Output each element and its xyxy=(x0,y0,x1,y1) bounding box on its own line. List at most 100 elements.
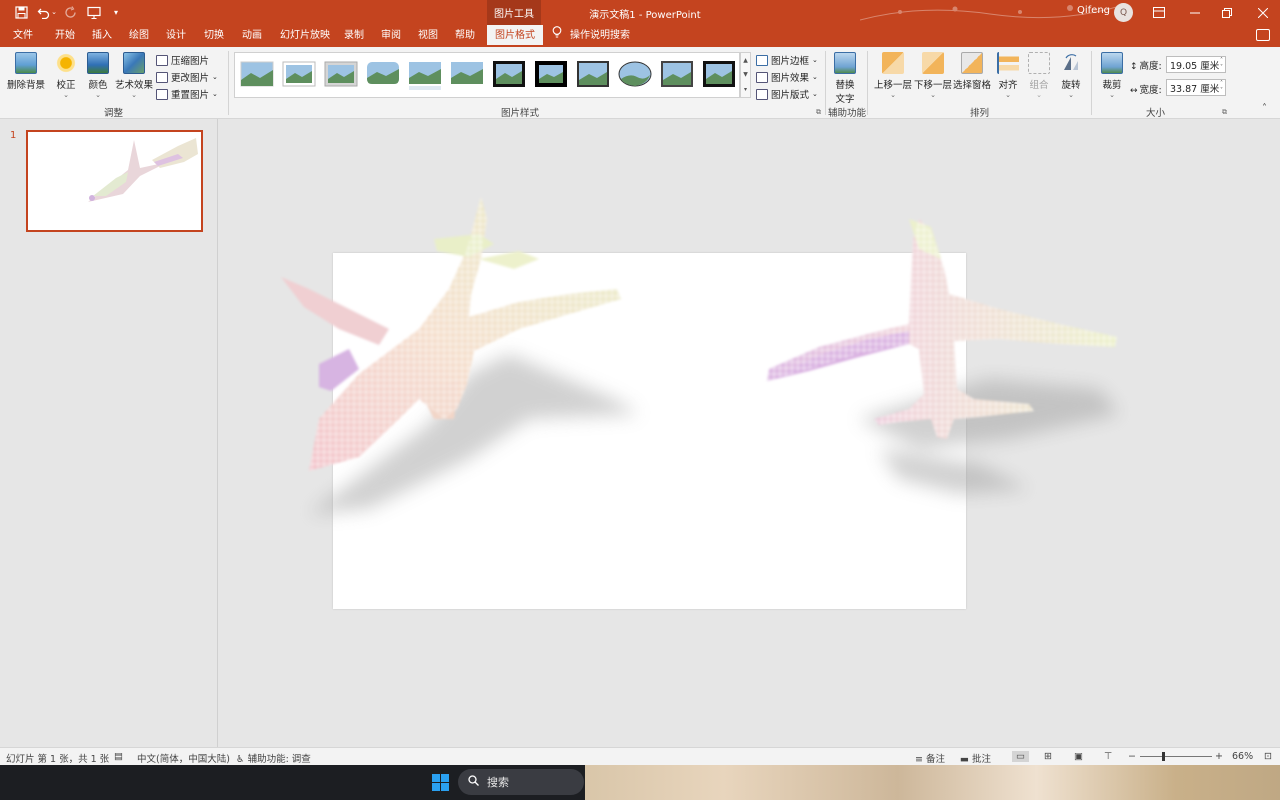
corrections-button[interactable]: 校正 ⌄ xyxy=(55,52,77,99)
ribbon-display-options-icon[interactable] xyxy=(1142,0,1176,25)
size-launcher-icon[interactable]: ⧉ xyxy=(1222,108,1227,117)
slide-thumbnail[interactable] xyxy=(26,130,203,232)
change-picture-button[interactable]: 更改图片 ⌄ xyxy=(156,70,218,84)
compress-pictures-button[interactable]: 压缩图片 xyxy=(156,53,209,67)
tab-review[interactable]: 审阅 xyxy=(381,25,401,47)
customize-toolbar-icon[interactable]: ▾ xyxy=(108,4,124,20)
rotate-button[interactable]: 旋转 ⌄ xyxy=(1060,52,1082,99)
tab-record[interactable]: 录制 xyxy=(344,25,364,47)
comments-label: 批注 xyxy=(972,754,992,765)
align-button[interactable]: 对齐 ⌄ xyxy=(997,52,1019,99)
undo-dropdown-icon[interactable]: ⌄ xyxy=(50,4,58,20)
slideshow-view-icon[interactable]: ⊤ xyxy=(1104,751,1112,762)
gallery-down-icon[interactable]: ▼ xyxy=(743,71,748,78)
spell-check-icon[interactable]: ▤ xyxy=(114,751,123,762)
group-objects-button[interactable]: 组合 ⌄ xyxy=(1028,52,1050,99)
height-spinner-icon[interactable]: ˄ ˅ xyxy=(1220,57,1223,71)
remove-background-icon xyxy=(15,52,37,74)
collapse-ribbon-icon[interactable]: ˄ xyxy=(1262,103,1267,114)
picture-style-1[interactable] xyxy=(240,61,274,87)
reset-picture-button[interactable]: 重置图片 ⌄ xyxy=(156,87,218,101)
undo-icon[interactable] xyxy=(35,4,51,20)
width-spinner-icon[interactable]: ˄ ˅ xyxy=(1220,80,1223,94)
tab-view[interactable]: 视图 xyxy=(418,25,438,47)
avatar[interactable]: Q xyxy=(1114,3,1133,22)
crop-icon xyxy=(1101,52,1123,74)
tab-home[interactable]: 开始 xyxy=(55,25,75,47)
tell-me-search[interactable]: 操作说明搜索 xyxy=(552,25,630,47)
notes-button[interactable]: ≡ 备注 xyxy=(915,751,945,765)
user-name[interactable]: Qifeng xyxy=(1077,5,1110,16)
search-icon xyxy=(468,775,479,789)
width-input[interactable]: 33.87 厘米 ˄ ˅ xyxy=(1166,79,1226,96)
picture-effects-button[interactable]: 图片效果 ⌄ xyxy=(756,70,818,84)
picture-layout-icon xyxy=(756,88,768,100)
picture-style-10[interactable] xyxy=(618,61,652,87)
taskbar-search[interactable]: 搜索 xyxy=(458,769,584,795)
send-backward-button[interactable]: 下移一层 ⌄ xyxy=(914,52,952,99)
notes-label: 备注 xyxy=(926,754,946,765)
tab-slideshow[interactable]: 幻灯片放映 xyxy=(280,25,330,47)
zoom-slider[interactable] xyxy=(1140,756,1212,757)
slide-sorter-icon[interactable]: ⊞ xyxy=(1044,751,1052,762)
windows-start-icon[interactable] xyxy=(432,774,449,791)
alt-text-button[interactable]: 替换 文字 xyxy=(834,52,856,105)
picture-style-12[interactable] xyxy=(703,61,735,87)
picture-style-11[interactable] xyxy=(661,61,693,87)
picture-style-2[interactable] xyxy=(282,61,316,87)
reading-view-icon[interactable]: ▣ xyxy=(1074,751,1083,762)
picture-style-8[interactable] xyxy=(535,61,567,87)
height-input[interactable]: 19.05 厘米 ˄ ˅ xyxy=(1166,56,1226,73)
tab-help[interactable]: 帮助 xyxy=(455,25,475,47)
comments-icon[interactable] xyxy=(1256,29,1270,41)
gallery-more-icon[interactable]: ▾ xyxy=(744,86,747,93)
picture-style-9[interactable] xyxy=(577,61,609,87)
align-icon xyxy=(997,52,1019,74)
gallery-scroll[interactable]: ▲ ▼ ▾ xyxy=(740,52,751,98)
tab-file[interactable]: 文件 xyxy=(13,25,33,47)
tab-design[interactable]: 设计 xyxy=(166,25,186,47)
size-group-label: 大小 xyxy=(1146,108,1166,119)
tab-draw[interactable]: 绘图 xyxy=(129,25,149,47)
redo-icon[interactable] xyxy=(62,4,78,20)
selection-pane-button[interactable]: 选择窗格 xyxy=(953,52,991,91)
start-from-beginning-icon[interactable] xyxy=(86,4,102,20)
close-icon[interactable] xyxy=(1246,0,1280,25)
minimize-icon[interactable] xyxy=(1178,0,1212,25)
bring-forward-button[interactable]: 上移一层 ⌄ xyxy=(874,52,912,99)
comments-button[interactable]: ▬ 批注 xyxy=(960,751,991,765)
tab-picture-format[interactable]: 图片格式 xyxy=(487,25,543,47)
picture-styles-launcher-icon[interactable]: ⧉ xyxy=(816,108,821,117)
language-status[interactable]: 中文(简体，中国大陆) xyxy=(137,751,230,765)
remove-background-button[interactable]: 删除背景 xyxy=(7,52,45,91)
slide-canvas[interactable] xyxy=(333,253,966,609)
zoom-out-icon[interactable]: − xyxy=(1128,751,1136,762)
artistic-effects-button[interactable]: 艺术效果 ⌄ xyxy=(115,52,153,99)
picture-style-6[interactable] xyxy=(451,62,483,84)
fit-to-window-icon[interactable]: ⊡ xyxy=(1264,751,1272,762)
tab-animations[interactable]: 动画 xyxy=(242,25,262,47)
picture-style-3[interactable] xyxy=(324,61,358,87)
color-button[interactable]: 颜色 ⌄ xyxy=(87,52,109,99)
picture-style-5[interactable] xyxy=(409,62,441,90)
normal-view-icon[interactable]: ▭ xyxy=(1012,751,1029,762)
picture-style-4[interactable] xyxy=(367,62,399,84)
zoom-slider-thumb[interactable] xyxy=(1162,752,1165,761)
zoom-in-icon[interactable]: + xyxy=(1215,751,1223,762)
crop-button[interactable]: 裁剪 ⌄ xyxy=(1101,52,1123,99)
slide-info[interactable]: 幻灯片 第 1 张，共 1 张 xyxy=(6,751,109,765)
restore-icon[interactable] xyxy=(1210,0,1244,25)
picture-border-button[interactable]: 图片边框 ⌄ xyxy=(756,53,818,67)
compress-label: 压缩图片 xyxy=(171,56,210,67)
tab-transitions[interactable]: 切换 xyxy=(204,25,224,47)
picture-styles-gallery[interactable] xyxy=(234,52,740,98)
picture-layout-button[interactable]: 图片版式 ⌄ xyxy=(756,87,818,101)
tab-insert[interactable]: 插入 xyxy=(92,25,112,47)
save-icon[interactable] xyxy=(13,4,29,20)
gallery-up-icon[interactable]: ▲ xyxy=(743,57,748,64)
zoom-level[interactable]: 66% xyxy=(1232,751,1253,762)
corrections-dropdown-icon: ⌄ xyxy=(63,91,69,99)
accessibility-status[interactable]: ♿ 辅助功能: 调查 xyxy=(236,751,311,765)
picture-style-7[interactable] xyxy=(493,61,525,87)
group-objects-dropdown-icon: ⌄ xyxy=(1036,91,1042,99)
